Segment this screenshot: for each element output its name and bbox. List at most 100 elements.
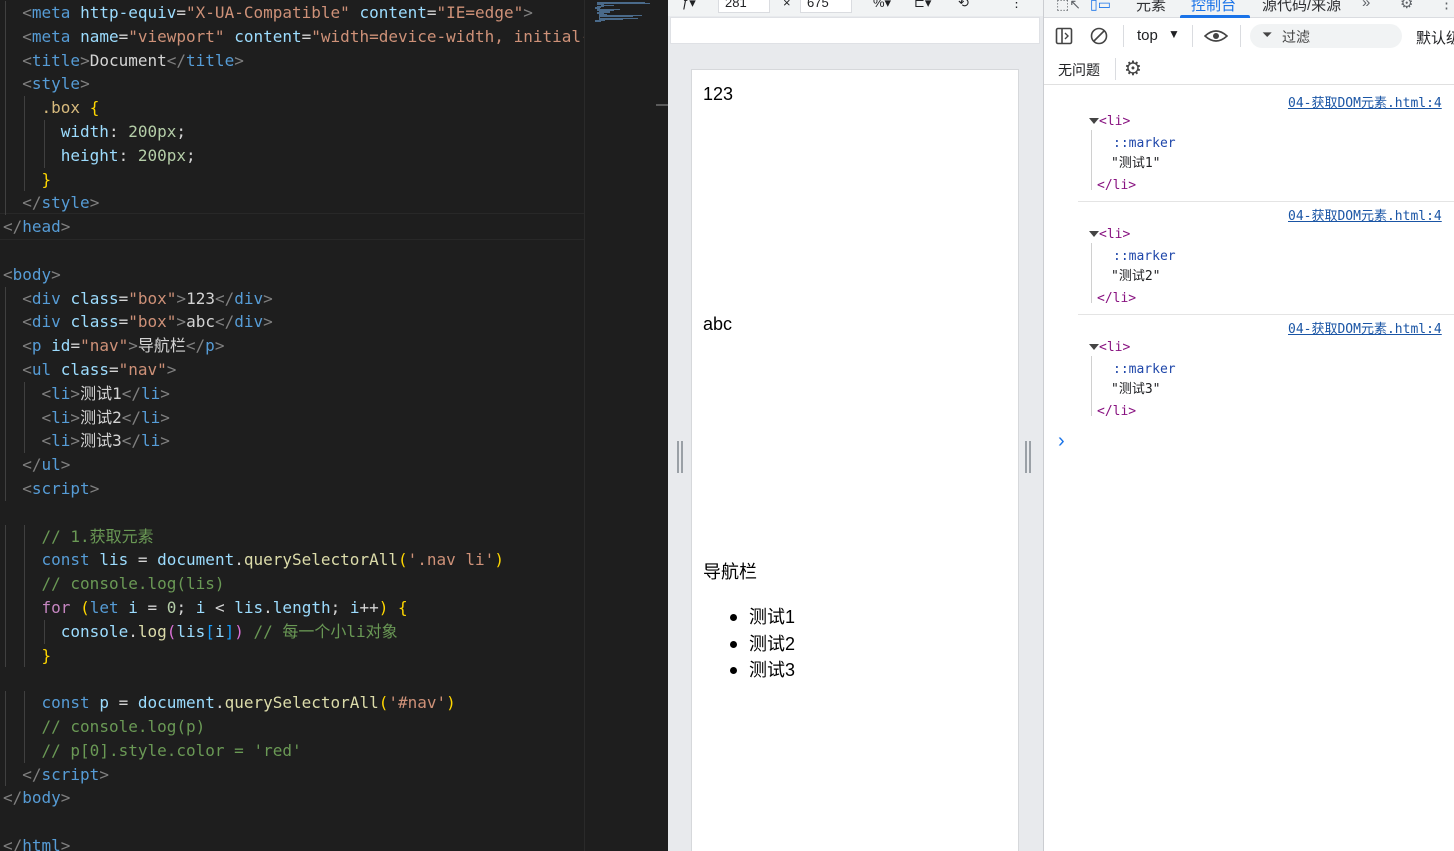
log-source-link[interactable]: 04-获取DOM元素.html:4 — [1288, 92, 1442, 111]
tab-elements[interactable]: 元素 — [1136, 0, 1166, 15]
code-line[interactable]: // console.log(lis) — [42, 572, 225, 596]
context-selector[interactable]: top — [1137, 27, 1158, 44]
left-resize-handle[interactable] — [677, 441, 685, 473]
console-settings-icon[interactable]: ⚙ — [1124, 56, 1142, 81]
code-token: . — [128, 621, 138, 641]
code-line[interactable]: <meta name="viewport" content="width=dev… — [22, 25, 584, 49]
code-line[interactable]: <li>测试3</li> — [42, 429, 170, 453]
code-line[interactable]: </script> — [22, 763, 109, 787]
list-bullet — [730, 614, 737, 621]
device-width-input[interactable]: 281 — [718, 0, 770, 13]
code-line[interactable]: <li>测试2</li> — [42, 406, 170, 430]
console-log-entry[interactable]: 04-获取DOM元素.html:4<li>::marker"测试1"</li> — [1078, 92, 1454, 205]
code-line[interactable]: // console.log(p) — [42, 715, 206, 739]
editor-minimap[interactable] — [584, 0, 668, 851]
li-text-node[interactable]: "测试3" — [1111, 382, 1160, 398]
device-height-input[interactable]: 675 — [800, 0, 852, 13]
code-token: 0 — [166, 598, 177, 617]
log-levels-dropdown[interactable]: 默认级 — [1416, 27, 1454, 48]
devtools-menu-icon[interactable]: ⋮ — [1439, 0, 1454, 12]
code-line[interactable]: <style> — [22, 72, 89, 96]
sidebar-toggle-icon[interactable] — [1055, 27, 1073, 45]
code-line[interactable]: } — [42, 644, 52, 668]
marker-pseudo[interactable]: ::marker — [1113, 249, 1176, 265]
devtools-tab-bar: ⬚↖ ▯▭ 元素 控制台 源代码/来源 » ⚙ ⋮ — [1044, 0, 1454, 18]
minimap-slider[interactable] — [656, 104, 668, 106]
code-line[interactable]: // 1.获取元素 — [42, 525, 154, 549]
li-text-node[interactable]: "测试1" — [1111, 156, 1160, 172]
log-source-link[interactable]: 04-获取DOM元素.html:4 — [1288, 205, 1442, 224]
code-token: // p[0].style.color = 'red' — [41, 740, 302, 760]
code-token: = — [118, 26, 129, 46]
log-source-link[interactable]: 04-获取DOM元素.html:4 — [1288, 318, 1442, 337]
open-tag[interactable]: <li> — [1099, 114, 1130, 130]
live-expression-eye-icon[interactable] — [1204, 28, 1228, 44]
code-line[interactable]: const lis = document.querySelectorAll('.… — [42, 548, 504, 572]
tab-console[interactable]: 控制台 — [1191, 0, 1236, 15]
code-line[interactable]: <ul class="nav"> — [22, 358, 176, 382]
code-line[interactable]: </head> — [3, 215, 70, 239]
device-toggle-icon[interactable]: ▯▭ — [1090, 0, 1111, 13]
right-resize-handle[interactable] — [1025, 441, 1033, 473]
settings-icon[interactable]: ⚙ — [1400, 0, 1413, 12]
code-line[interactable]: // p[0].style.color = 'red' — [42, 739, 302, 763]
code-token: > — [523, 3, 533, 22]
marker-pseudo[interactable]: ::marker — [1113, 362, 1176, 378]
code-line[interactable]: const p = document.querySelectorAll('#na… — [42, 691, 456, 715]
console-log-entry[interactable]: 04-获取DOM元素.html:4<li>::marker"测试2"</li> — [1078, 205, 1454, 318]
code-line[interactable]: <div class="box">abc</div> — [22, 310, 273, 334]
code-token: = — [137, 598, 167, 617]
marker-pseudo[interactable]: ::marker — [1113, 136, 1176, 152]
dimensions-dropdown-icon[interactable]: ƒ▾ — [682, 0, 696, 11]
expand-triangle-icon[interactable] — [1089, 344, 1099, 350]
console-prompt-icon[interactable]: › — [1058, 430, 1065, 453]
indent-guide — [24, 524, 26, 549]
clear-console-icon[interactable] — [1090, 27, 1108, 45]
expand-triangle-icon[interactable] — [1089, 231, 1099, 237]
code-line[interactable]: <title>Document</title> — [22, 49, 244, 73]
console-log-entry[interactable]: 04-获取DOM元素.html:4<li>::marker"测试3"</li> — [1078, 318, 1454, 431]
code-line[interactable]: <div class="box">123</div> — [22, 287, 273, 311]
code-line[interactable]: </body> — [3, 786, 70, 810]
code-line[interactable]: </style> — [22, 191, 99, 215]
code-line[interactable]: width: 200px; — [61, 120, 186, 144]
code-line[interactable]: </ul> — [22, 453, 70, 477]
code-token: </ — [3, 788, 23, 808]
li-text-node[interactable]: "测试2" — [1111, 269, 1160, 285]
code-line[interactable]: } — [42, 168, 52, 192]
issues-label[interactable]: 无问题 — [1058, 60, 1100, 80]
code-line[interactable]: <li>测试1</li> — [42, 382, 170, 406]
media-query-bar[interactable] — [670, 17, 1040, 44]
throttle-dropdown-icon[interactable]: ⊏▾ — [914, 0, 931, 11]
inspect-element-icon[interactable]: ⬚↖ — [1056, 0, 1081, 13]
close-tag[interactable]: </li> — [1097, 291, 1136, 307]
console-filter-input[interactable]: ⏷ 过滤 — [1250, 24, 1402, 48]
code-token: http-equiv — [80, 3, 177, 22]
close-tag[interactable]: </li> — [1097, 404, 1136, 420]
code-line[interactable]: <script> — [22, 477, 99, 501]
code-line[interactable]: for (let i = 0; i < lis.length; i++) { — [42, 596, 408, 620]
tab-sources[interactable]: 源代码/来源 — [1262, 0, 1341, 15]
code-line[interactable]: </html> — [3, 834, 70, 851]
chevron-down-icon[interactable]: ▼ — [1168, 27, 1180, 41]
code-line[interactable]: height: 200px; — [61, 144, 196, 168]
code-line[interactable]: .box { — [42, 96, 100, 120]
expand-triangle-icon[interactable] — [1089, 118, 1099, 124]
code-line[interactable]: <meta http-equiv="X-UA-Compatible" conte… — [22, 1, 533, 25]
code-token: li — [51, 431, 71, 451]
tree-guide — [1091, 243, 1094, 303]
open-tag[interactable]: <li> — [1099, 227, 1130, 243]
more-options-icon[interactable]: ⋮ — [1010, 0, 1023, 11]
open-tag[interactable]: <li> — [1099, 340, 1130, 356]
code-line[interactable]: <body> — [3, 263, 61, 287]
code-token: for — [41, 598, 71, 617]
code-line[interactable]: console.log(lis[i]) // 每一个小li对象 — [61, 620, 398, 644]
code-token: < — [22, 74, 32, 94]
close-tag[interactable]: </li> — [1097, 178, 1136, 194]
more-tabs-icon[interactable]: » — [1362, 0, 1370, 11]
code-line[interactable]: <p id="nav">导航栏</p> — [22, 334, 224, 358]
code-token: < — [22, 50, 32, 70]
zoom-dropdown-icon[interactable]: %▾ — [873, 0, 891, 11]
rotate-icon[interactable]: ⟲ — [958, 0, 969, 11]
code-editor[interactable]: <meta http-equiv="X-UA-Compatible" conte… — [0, 0, 584, 851]
